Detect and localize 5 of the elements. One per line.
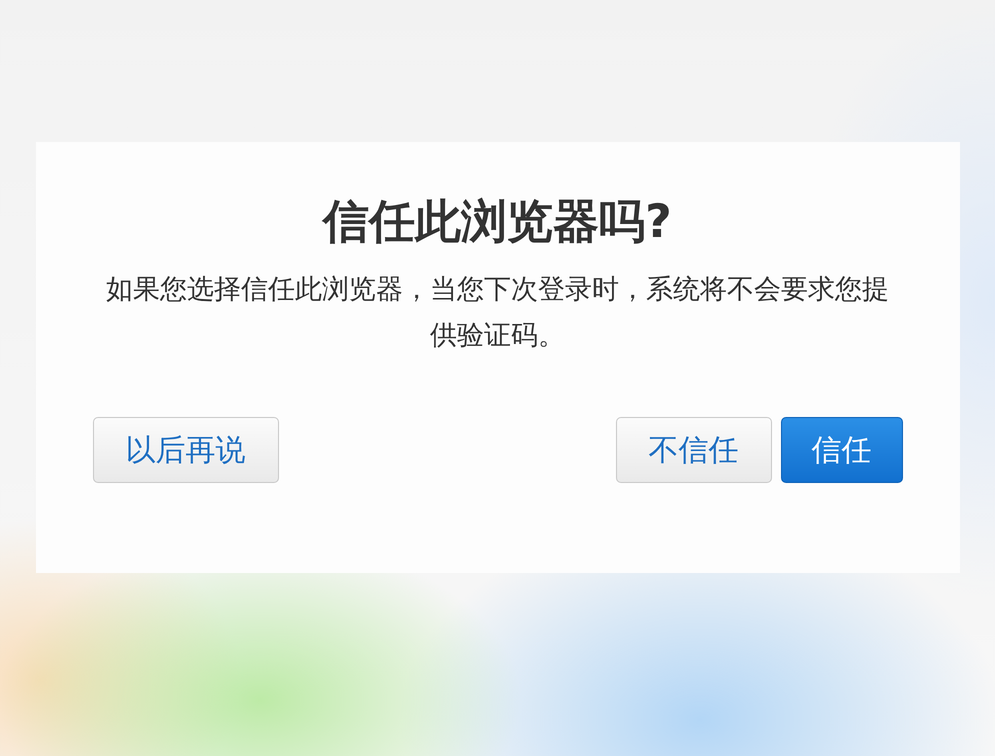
dialog-button[interactable]: 以后再说 <box>92 417 278 484</box>
dialog-title: 信任此浏览器吗? <box>323 194 672 250</box>
dialog-message: 如果您选择信任此浏览器，当您下次登录时，系统将不会要求您提供验证码。 <box>105 273 890 354</box>
trust-button[interactable]: 信任 <box>780 417 902 484</box>
dialog-button[interactable]: 不信任 <box>616 417 772 484</box>
